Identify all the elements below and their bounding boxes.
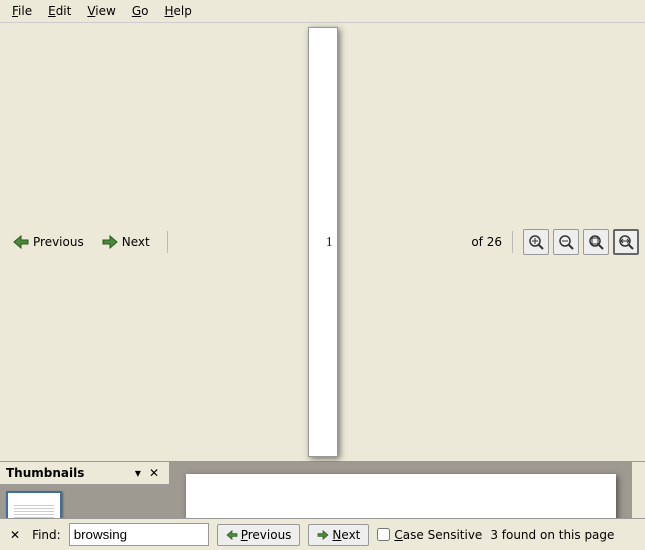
menu-edit[interactable]: Edit: [40, 2, 79, 20]
find-status: 3 found on this page: [490, 528, 614, 542]
document-viewport[interactable]: Browsing and Querying in Online Document…: [170, 462, 631, 518]
find-close-icon[interactable]: ✕: [6, 528, 24, 542]
previous-page-button[interactable]: Previous: [6, 231, 91, 253]
thumbnail-list[interactable]: 1 2 3 4 5: [0, 485, 169, 518]
menu-go[interactable]: Go: [124, 2, 157, 20]
find-input[interactable]: [69, 523, 209, 546]
zoom-out-button[interactable]: [553, 229, 579, 255]
main-area: Thumbnails ▾ ✕ 1 2 3 4 5 Browsing and Qu…: [0, 462, 645, 518]
zoom-fit-button[interactable]: [583, 229, 609, 255]
zoom-in-button[interactable]: [523, 229, 549, 255]
menu-view[interactable]: View: [79, 2, 123, 20]
menu-help[interactable]: Help: [156, 2, 199, 20]
zoom-out-icon: [558, 234, 574, 250]
arrow-right-icon: [102, 235, 118, 249]
arrow-left-icon: [13, 235, 29, 249]
page-total: of 26: [471, 235, 502, 249]
vertical-scrollbar[interactable]: [631, 462, 645, 518]
find-bar: ✕ Find: Previous Next Case Sensitive 3 f…: [0, 518, 645, 550]
sidebar-close-icon[interactable]: ✕: [145, 466, 163, 480]
sidebar-menu-icon[interactable]: ▾: [131, 466, 145, 480]
find-label: Find:: [32, 528, 61, 542]
thumbnail-1[interactable]: 1: [6, 491, 163, 518]
previous-label: Previous: [33, 235, 84, 249]
find-next-button[interactable]: Next: [308, 524, 369, 546]
zoom-fit-icon: [588, 234, 604, 250]
zoom-in-icon: [528, 234, 544, 250]
sidebar-header: Thumbnails ▾ ✕: [0, 462, 169, 485]
sidebar-title: Thumbnails: [6, 466, 84, 480]
zoom-width-button[interactable]: [613, 229, 639, 255]
next-label: Next: [122, 235, 150, 249]
arrow-left-icon: [226, 530, 238, 540]
menu-file[interactable]: FFileile: [4, 2, 40, 20]
sidebar: Thumbnails ▾ ✕ 1 2 3 4 5: [0, 462, 170, 518]
arrow-right-icon: [317, 530, 329, 540]
menubar: FFileile Edit View Go Help: [0, 0, 645, 23]
zoom-width-icon: [618, 234, 634, 250]
page-input[interactable]: [308, 27, 338, 457]
document-page: Browsing and Querying in Online Document…: [186, 474, 616, 518]
next-page-button[interactable]: Next: [95, 231, 157, 253]
case-sensitive-checkbox[interactable]: Case Sensitive: [377, 528, 482, 542]
find-previous-button[interactable]: Previous: [217, 524, 301, 546]
toolbar: Previous Next of 26: [0, 23, 645, 462]
